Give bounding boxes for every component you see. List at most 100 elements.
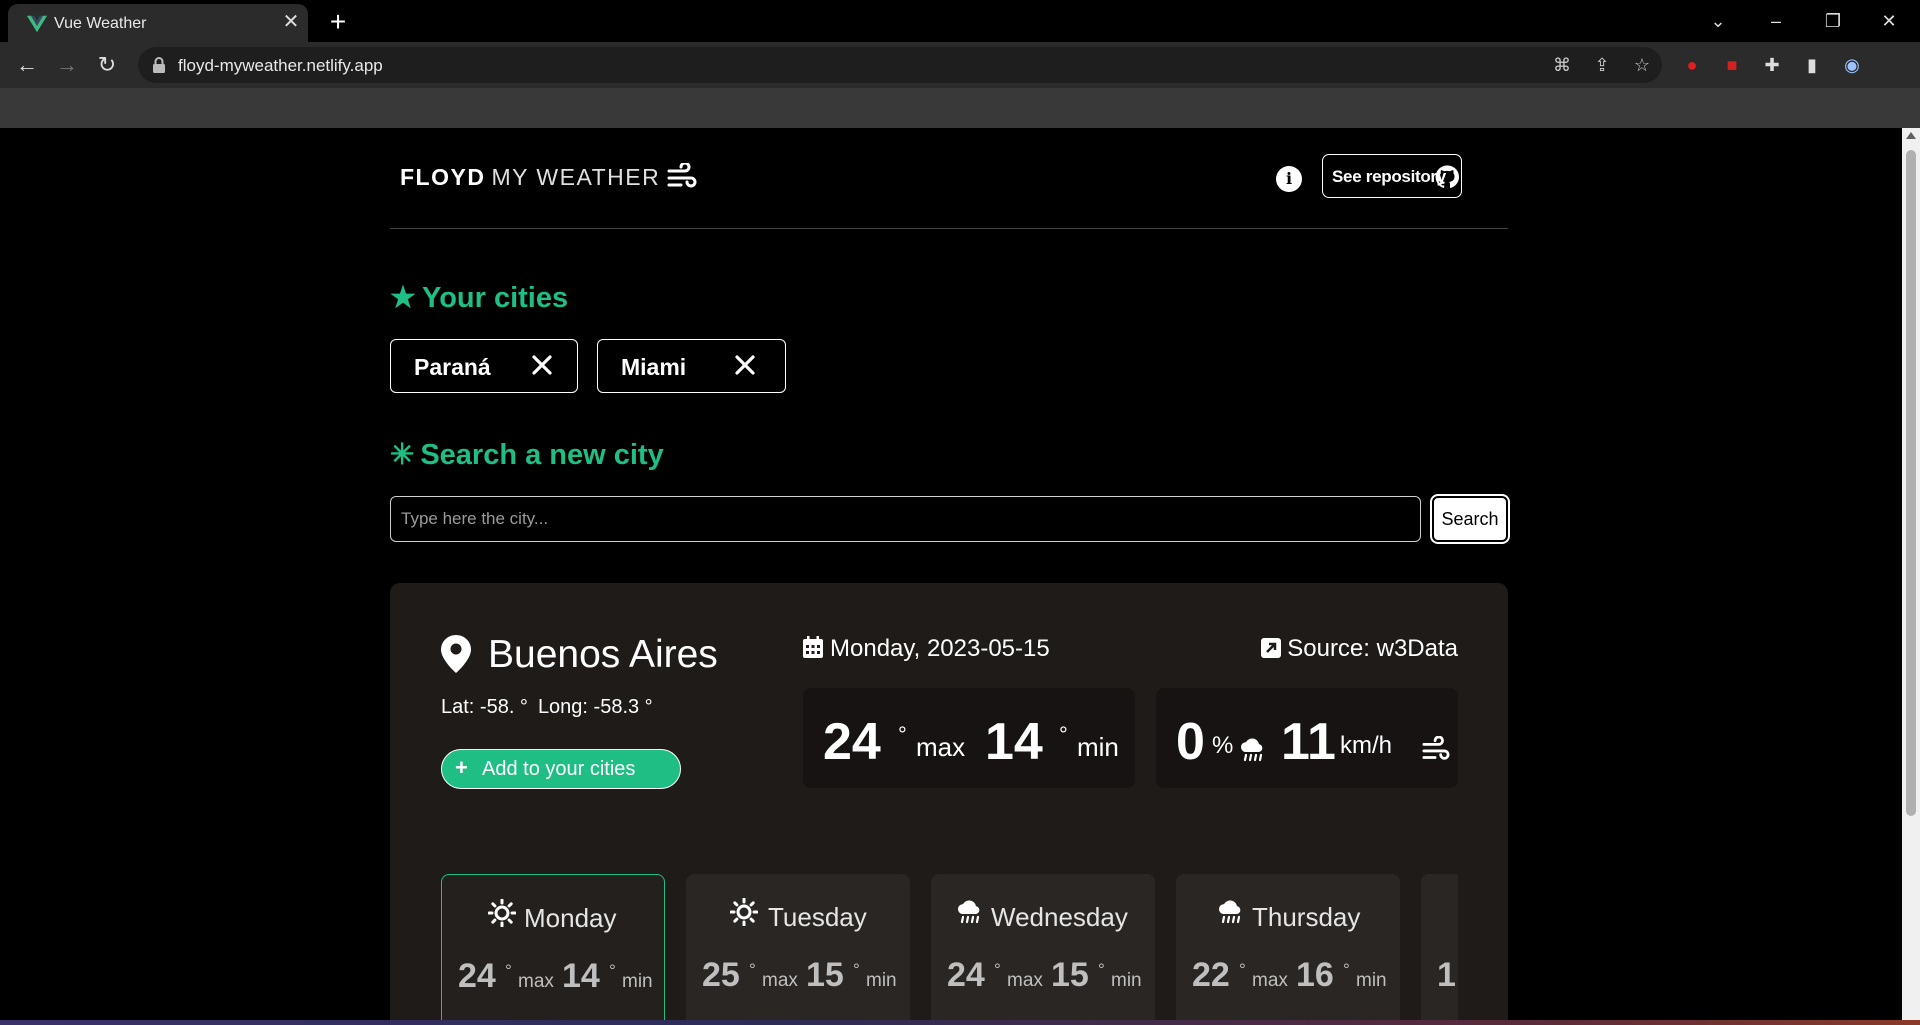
page-scrollbar[interactable]: [1902, 128, 1920, 1020]
rain-wind-box: 0 % 11 km/h: [1156, 688, 1458, 788]
forecast-day-card[interactable]: Monday 24 ° max 14 ° min: [441, 874, 665, 1020]
degree-symbol: °: [1343, 960, 1350, 979]
reload-icon[interactable]: ↻: [93, 51, 121, 79]
see-repository-button[interactable]: See repository: [1322, 154, 1462, 198]
asterisk-icon: ✳: [390, 439, 415, 471]
wind-icon: [1422, 736, 1450, 760]
degree-symbol: °: [1059, 722, 1068, 747]
weather-card: Buenos Aires Lat: -58. ° Long: -58.3 ° + …: [390, 583, 1508, 1020]
close-window-icon[interactable]: ✕: [1866, 6, 1912, 36]
forward-icon[interactable]: →: [53, 51, 81, 79]
rain-cloud-icon: [1240, 738, 1263, 762]
wind-unit: km/h: [1340, 732, 1393, 759]
degree-symbol: °: [505, 961, 512, 980]
date-text: Monday, 2023-05-15: [830, 635, 1050, 662]
calendar-icon: [803, 636, 823, 658]
min-label: min: [1111, 970, 1142, 991]
day-max: 24: [947, 956, 985, 994]
bookmarks-bar: [0, 88, 1920, 128]
min-label: min: [1356, 970, 1387, 991]
day-min: 14: [562, 957, 600, 995]
search-button[interactable]: Search: [1430, 494, 1510, 544]
degree-symbol: °: [1098, 960, 1105, 979]
extensions-puzzle-icon[interactable]: ✚: [1760, 53, 1784, 77]
day-max: 24: [458, 957, 496, 995]
back-icon[interactable]: ←: [13, 51, 41, 79]
github-icon: [1435, 165, 1459, 189]
min-label: min: [622, 971, 653, 992]
tab-search-icon[interactable]: ⌄: [1695, 6, 1741, 36]
restore-icon[interactable]: ❐: [1810, 6, 1856, 36]
source-text: Source: w3Data: [1287, 635, 1458, 662]
your-cities-heading: ★ Your cities: [390, 280, 568, 315]
day-min: 16: [1296, 956, 1334, 994]
new-tab-icon[interactable]: +: [324, 8, 352, 36]
repo-button-label: See repository: [1332, 167, 1446, 186]
lock-icon: [153, 57, 165, 73]
day-name: Tuesday: [768, 902, 867, 932]
minimize-icon[interactable]: –: [1753, 6, 1799, 36]
brand-logo[interactable]: FLOYD MY WEATHER: [400, 164, 660, 191]
day-min: 15: [806, 956, 844, 994]
city-chip-parana[interactable]: Paraná: [390, 339, 578, 393]
degree-symbol: °: [853, 960, 860, 979]
location-pin-icon: [441, 635, 471, 673]
profile-avatar-icon[interactable]: ◉: [1840, 53, 1864, 77]
vue-logo-icon: [26, 15, 48, 33]
adblock-extension-icon[interactable]: ●: [1680, 53, 1704, 77]
longitude: Long: -58.3 °: [537, 696, 653, 718]
max-label: max: [916, 732, 966, 762]
day-max: 25: [702, 956, 740, 994]
share-icon[interactable]: ⇪: [1590, 53, 1614, 77]
plus-icon: +: [455, 755, 468, 780]
city-name: Buenos Aires: [488, 633, 718, 676]
browser-tab[interactable]: Vue Weather ✕: [8, 4, 308, 42]
side-panel-icon[interactable]: ▮: [1800, 53, 1824, 77]
forecast-day-card[interactable]: Wednesday 24 ° max 15 ° min: [931, 874, 1155, 1020]
degree-symbol: °: [1239, 960, 1246, 979]
search-title: Search a new city: [420, 439, 664, 471]
rain-cloud-icon: [957, 900, 980, 924]
forecast-day-card[interactable]: Thursday 22 ° max 16 ° min: [1176, 874, 1400, 1020]
your-cities-title: Your cities: [422, 282, 569, 314]
translate-icon[interactable]: ⌘: [1550, 53, 1574, 77]
city-chip-label: Miami: [621, 354, 687, 380]
day-max: 22: [1192, 956, 1230, 994]
scroll-up-arrow-icon[interactable]: [1906, 132, 1916, 139]
brand-strong: FLOYD: [400, 164, 486, 190]
bookmark-star-icon[interactable]: ☆: [1630, 53, 1654, 77]
star-icon: ★: [390, 282, 416, 314]
city-chip-label: Paraná: [414, 354, 491, 380]
rain-unit: %: [1212, 732, 1234, 759]
forecast-day-card[interactable]: Tuesday 25 ° max 15 ° min: [686, 874, 910, 1020]
search-heading: ✳ Search a new city: [390, 437, 664, 472]
close-icon[interactable]: [530, 353, 554, 377]
degree-symbol: °: [994, 960, 1001, 979]
info-icon[interactable]: i: [1276, 166, 1302, 192]
add-to-cities-button[interactable]: + Add to your cities: [441, 749, 681, 789]
day-name: Wednesday: [991, 902, 1128, 932]
max-temp: 24: [823, 713, 881, 771]
min-temp: 14: [985, 713, 1043, 771]
sun-icon: [488, 899, 516, 927]
degree-symbol: °: [609, 961, 616, 980]
scrollbar-thumb[interactable]: [1906, 150, 1916, 816]
close-icon[interactable]: [733, 353, 757, 377]
brand-light: MY WEATHER: [491, 164, 661, 190]
forecast-day-card[interactable]: 1: [1421, 874, 1458, 1020]
city-chip-miami[interactable]: Miami: [597, 339, 786, 393]
pdf-extension-icon[interactable]: ■: [1720, 53, 1744, 77]
forecast-date: Monday, 2023-05-15: [802, 635, 1050, 663]
data-source[interactable]: Source: w3Data: [1261, 635, 1458, 663]
day-name: Thursday: [1252, 902, 1361, 932]
wind-icon: [667, 163, 697, 188]
day-max: 1: [1437, 956, 1456, 994]
address-bar[interactable]: floyd-myweather.netlify.app ⌘ ⇪ ☆: [138, 47, 1662, 83]
forecast-scroll-clip: 1: [1421, 874, 1458, 1020]
min-label: min: [1077, 732, 1119, 762]
browser-toolbar: ← → ↻ floyd-myweather.netlify.app ⌘ ⇪ ☆ …: [0, 42, 1920, 88]
add-button-label: Add to your cities: [482, 758, 636, 780]
city-search-input[interactable]: [390, 496, 1421, 542]
page-viewport: FLOYD MY WEATHER i See repository ★ Your c…: [0, 128, 1902, 1020]
tab-close-icon[interactable]: ✕: [280, 11, 302, 33]
